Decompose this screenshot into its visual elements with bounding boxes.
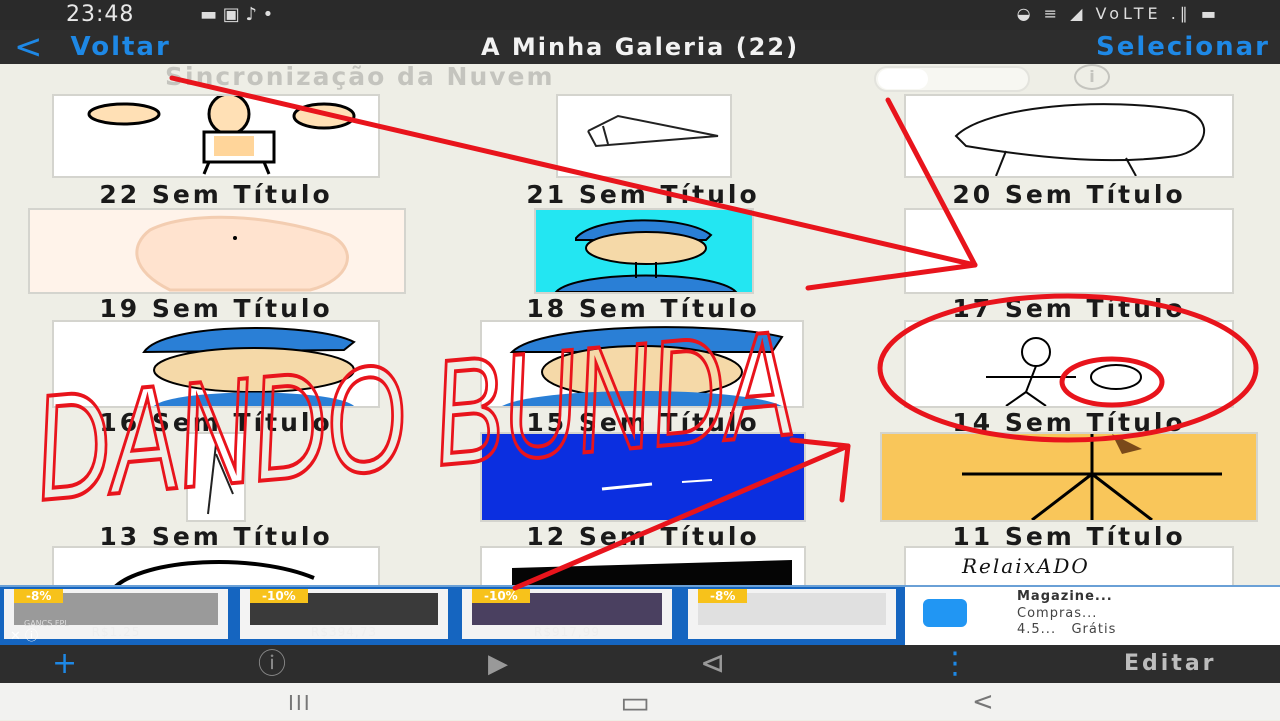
gallery-caption: 18 Sem Título: [526, 294, 760, 323]
sketch-drawing: [986, 337, 1142, 406]
gallery-thumbnail[interactable]: [556, 94, 732, 178]
edit-button[interactable]: Editar: [1124, 645, 1217, 683]
sketch-drawing: [502, 326, 784, 406]
gallery-thumbnail[interactable]: [52, 94, 380, 178]
sketch-drawing: [207, 443, 234, 515]
discount-badge: -10%: [472, 589, 530, 603]
gallery-caption: 19 Sem Título: [99, 294, 333, 323]
sketch-drawing: [962, 434, 1222, 520]
ad-price: R$917,99: [534, 625, 600, 639]
store-logo-icon: [923, 599, 967, 627]
ad-product-card[interactable]: -8% R$1.25 GANCS FPL ✕ ⓘ: [4, 589, 228, 644]
page-title: A Minha Galeria (22): [480, 33, 800, 61]
sketch-drawing: [114, 560, 315, 585]
system-back-icon[interactable]: <: [972, 687, 994, 717]
sketch-drawing: [601, 479, 713, 491]
gallery-grid: 22 Sem Título 21 Sem Título 20 Sem Títul…: [0, 90, 1280, 585]
sketch-drawing: [512, 560, 792, 585]
sketch-drawing: [554, 219, 738, 292]
gallery-thumbnail[interactable]: [480, 432, 806, 522]
gallery-thumbnail[interactable]: RelaixADO: [904, 546, 1234, 585]
gallery-caption: 21 Sem Título: [526, 180, 760, 209]
system-status-icons: ◒ ≡ ◢ VoLTE .∥ ▬: [1016, 4, 1220, 23]
ad-product-card[interactable]: -10% R$394,73: [240, 589, 448, 639]
gallery-thumbnail[interactable]: [480, 320, 804, 408]
toggle-knob: [878, 69, 928, 89]
gallery-caption: 22 Sem Título: [99, 180, 333, 209]
cloud-sync-row: Sincronização da Nuvem i: [0, 62, 1280, 92]
discount-badge: -10%: [250, 589, 308, 603]
store-price: Grátis: [1071, 622, 1117, 637]
ad-product-card[interactable]: -8%: [688, 589, 896, 639]
discount-badge: -8%: [698, 589, 748, 603]
add-button[interactable]: +: [52, 645, 77, 683]
ad-price: R$394,73: [311, 625, 377, 639]
sketch-drawing: [135, 215, 349, 292]
share-button[interactable]: ⊲: [700, 645, 725, 683]
gallery-thumbnail[interactable]: [880, 432, 1258, 522]
gallery-thumbnail[interactable]: [52, 546, 380, 585]
status-bar: 23:48 ▬ ▣ ♪ • ◒ ≡ ◢ VoLTE .∥ ▬: [0, 0, 1280, 30]
gallery-thumbnail[interactable]: [904, 208, 1234, 294]
store-rating: 4.5... Grátis: [1017, 622, 1117, 637]
status-time: 23:48: [66, 2, 135, 27]
gallery-thumbnail[interactable]: [186, 432, 246, 522]
gallery-caption: 20 Sem Título: [952, 180, 1186, 209]
home-icon[interactable]: ▭: [620, 683, 650, 721]
nav-bar: < Voltar A Minha Galeria (22) Selecionar: [0, 30, 1280, 64]
bottom-toolbar: + ⓘ ▶ ⊲ ⋮ Editar: [0, 645, 1280, 683]
gallery-thumbnail[interactable]: [52, 320, 380, 408]
sketch-drawing: [87, 96, 356, 175]
select-button[interactable]: Selecionar: [1096, 30, 1270, 64]
gallery-thumbnail[interactable]: [904, 94, 1234, 178]
recents-icon[interactable]: III: [288, 691, 312, 715]
info-button[interactable]: ⓘ: [258, 645, 286, 683]
store-category: Compras...: [1017, 606, 1098, 621]
store-name: Magazine...: [1017, 589, 1113, 604]
sketch-drawing: [587, 114, 719, 148]
play-button[interactable]: ▶: [488, 645, 508, 683]
sketch-drawing: [954, 103, 1206, 176]
more-options-button[interactable]: ⋮: [940, 645, 970, 683]
discount-badge: -8%: [14, 589, 64, 603]
gallery-caption: 17 Sem Título: [952, 294, 1186, 323]
ad-store-card[interactable]: Magazine... Compras... 4.5... Grátis: [905, 587, 1280, 645]
sketch-handwriting: RelaixADO: [962, 554, 1090, 578]
cloud-sync-toggle[interactable]: [874, 66, 1030, 92]
info-icon[interactable]: i: [1074, 64, 1110, 90]
chevron-left-icon: <: [14, 27, 45, 67]
cloud-sync-label: Sincronização da Nuvem: [165, 62, 555, 91]
sketch-drawing: [142, 327, 356, 406]
back-label: Voltar: [70, 32, 171, 62]
notification-icons: ▬ ▣ ♪ •: [200, 4, 274, 25]
ad-banner[interactable]: -8% R$1.25 GANCS FPL ✕ ⓘ -10% R$394,73 -…: [0, 585, 1280, 647]
gallery-thumbnail[interactable]: [480, 546, 806, 585]
ad-close-icon[interactable]: ✕ ⓘ: [10, 625, 38, 644]
ad-product-card[interactable]: -10% R$917,99: [462, 589, 672, 639]
back-button[interactable]: < Voltar: [14, 30, 171, 64]
gallery-thumbnail[interactable]: [28, 208, 406, 294]
gallery-thumbnail[interactable]: [534, 208, 754, 294]
system-navigation-bar: III ▭ <: [0, 683, 1280, 721]
gallery-thumbnail[interactable]: [904, 320, 1234, 408]
